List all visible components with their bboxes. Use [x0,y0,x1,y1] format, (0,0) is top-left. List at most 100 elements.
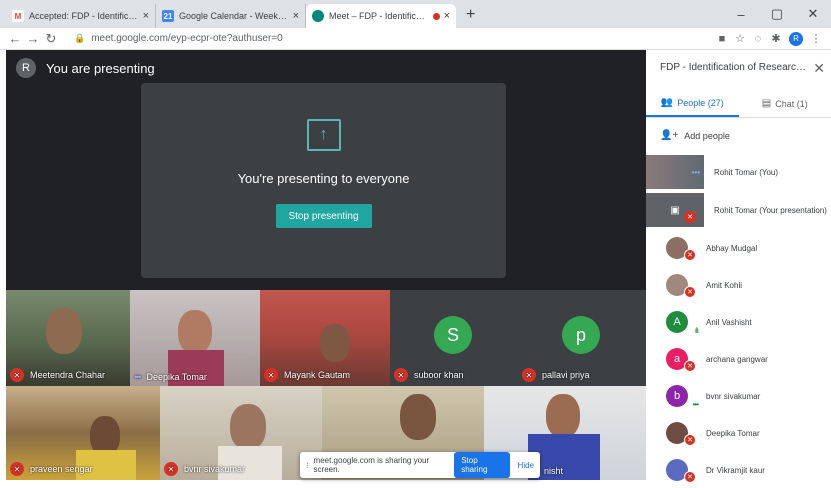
participant-tile[interactable]: p ✕pallavi priya [518,290,646,386]
participant-tile[interactable]: ✕ praveen sengar [6,386,160,480]
mic-off-icon: ✕ [684,434,696,446]
mic-off-icon: ✕ [684,211,696,223]
recording-indicator-icon [433,13,440,20]
participant-name: archana gangwar [706,355,768,364]
avatar-initial: A [673,316,680,328]
tab-people[interactable]: 👥People (27) [646,90,739,117]
participant-tile[interactable]: ✕bvnr sivakumar [160,386,322,480]
participant-name: Deepika Tomar [146,372,206,382]
participant-name: bvnr sivakumar [706,392,760,401]
mic-off-icon: ✕ [10,462,24,476]
chat-icon: ▤ [762,98,771,109]
puzzle-icon[interactable]: ✱ [767,32,785,45]
presenting-message: You're presenting to everyone [238,171,410,186]
screen-share-notification: ⁝ meet.google.com is sharing your screen… [300,452,540,478]
participant-name: Mayank Gautam [284,370,350,380]
meeting-title: FDP - Identification of Research ... [660,62,810,73]
extension-icon[interactable]: ◌ [749,33,767,45]
list-item[interactable]: ▣ ✕ Rohit Tomar (Your presentation) [646,192,831,228]
close-tab-icon[interactable]: × [143,10,149,22]
back-icon[interactable]: ← [6,31,24,46]
participant-name: Abhay Mudgal [706,244,757,253]
forward-icon[interactable]: → [24,31,42,46]
mic-off-icon: ✕ [684,249,696,261]
gmail-icon: M [12,10,24,22]
participant-thumbnail: ••• [646,155,704,189]
stop-sharing-button[interactable]: Stop sharing [454,452,509,478]
close-tab-icon[interactable]: × [444,10,450,22]
list-item[interactable]: b••• bvnr sivakumar [646,378,831,414]
avatar: R [16,58,36,78]
participant-name: Rohit Tomar (Your presentation) [714,206,827,215]
share-message: meet.google.com is sharing your screen. [314,456,447,474]
participant-name: praveen sengar [30,464,93,474]
participant-tile[interactable]: •••Deepika Tomar [130,290,260,386]
participant-video [46,308,82,354]
participant-tile[interactable]: S ✕suboor khan [390,290,518,386]
speaking-indicator-icon: ılı [695,326,698,335]
present-screen-icon: ▣ [670,205,679,216]
presenting-title: You are presenting [46,61,155,76]
close-icon[interactable]: ✕ [813,60,825,77]
mic-off-icon: ✕ [684,360,696,372]
tab-title: Accepted: FDP - Identification of [29,11,139,21]
panel-tabs: 👥People (27) ▤ Chat (1) [646,90,831,118]
list-item[interactable]: ✕ Amit Kohli [646,267,831,303]
address-bar[interactable]: 🔒 meet.google.com/eyp-ecpr-ote?authuser=… [68,30,705,48]
avatar: Aılı [666,311,688,333]
avatar: b••• [666,385,688,407]
participant-name: Rohit Tomar (You) [714,168,778,177]
list-item[interactable]: ••• Rohit Tomar (You) [646,154,831,190]
avatar: ✕ [666,274,688,296]
meet-icon [312,10,324,22]
add-person-icon: 👤+ [660,130,678,141]
list-item[interactable]: Aılı Anil Vashisht [646,304,831,340]
browser-tab-meet[interactable]: Meet – FDP - Identification × [306,4,456,28]
maximize-icon[interactable]: ▢ [759,6,795,22]
participant-name: pallavi priya [542,370,590,380]
list-item[interactable]: ✕ Abhay Mudgal [646,230,831,266]
tab-chat[interactable]: ▤ Chat (1) [739,90,831,117]
speaking-indicator-icon: ••• [693,400,698,409]
mic-off-icon: ✕ [522,368,536,382]
presenting-header: R You are presenting [16,58,155,78]
window-controls: – ▢ ✕ [723,0,831,28]
close-window-icon[interactable]: ✕ [795,6,831,22]
hide-button[interactable]: Hide [518,461,534,470]
camera-icon[interactable]: ■ [713,33,731,45]
tab-title: Google Calendar - Week of 19 J [179,11,289,21]
participant-video [320,324,350,362]
mic-off-icon: ✕ [684,471,696,483]
avatar: S [434,316,472,354]
stop-presenting-button[interactable]: Stop presenting [276,204,372,228]
presenting-card: ↑ You're presenting to everyone Stop pre… [141,83,506,278]
add-people-button[interactable]: 👤+Add people [660,130,730,141]
browser-tab-calendar[interactable]: 21 Google Calendar - Week of 19 J × [156,4,306,28]
reload-icon[interactable]: ↻ [42,31,60,47]
menu-kebab-icon[interactable]: ⋮ [807,32,825,45]
avatar: a✕ [666,348,688,370]
browser-toolbar: ← → ↻ 🔒 meet.google.com/eyp-ecpr-ote?aut… [0,28,831,50]
minimize-icon[interactable]: – [723,7,759,22]
avatar: ✕ [666,422,688,444]
list-item[interactable]: ✕ Dr Vikramjit kaur [646,452,831,488]
list-item[interactable]: ✕ Deepika Tomar [646,415,831,451]
close-tab-icon[interactable]: × [293,10,299,22]
calendar-icon: 21 [162,10,174,22]
new-tab-button[interactable]: + [456,6,485,28]
avatar-initial: a [674,353,680,365]
tab-label: Chat (1) [775,99,808,109]
profile-avatar[interactable]: R [789,32,803,46]
participant-video [230,404,266,450]
participant-name: Anil Vashisht [706,318,752,327]
bookmark-star-icon[interactable]: ☆ [731,32,749,45]
participant-name: nisht [544,466,563,476]
meeting-stage: R You are presenting ↑ You're presenting… [6,50,646,480]
participant-tile[interactable]: ✕Mayank Gautam [260,290,390,386]
mic-off-icon: ✕ [394,368,408,382]
mic-off-icon: ✕ [164,462,178,476]
browser-tab-gmail[interactable]: M Accepted: FDP - Identification of × [6,4,156,28]
list-item[interactable]: a✕ archana gangwar [646,341,831,377]
participant-tile[interactable]: ✕Meetendra Chahar [6,290,130,386]
share-icon: ⁝ [306,461,309,470]
